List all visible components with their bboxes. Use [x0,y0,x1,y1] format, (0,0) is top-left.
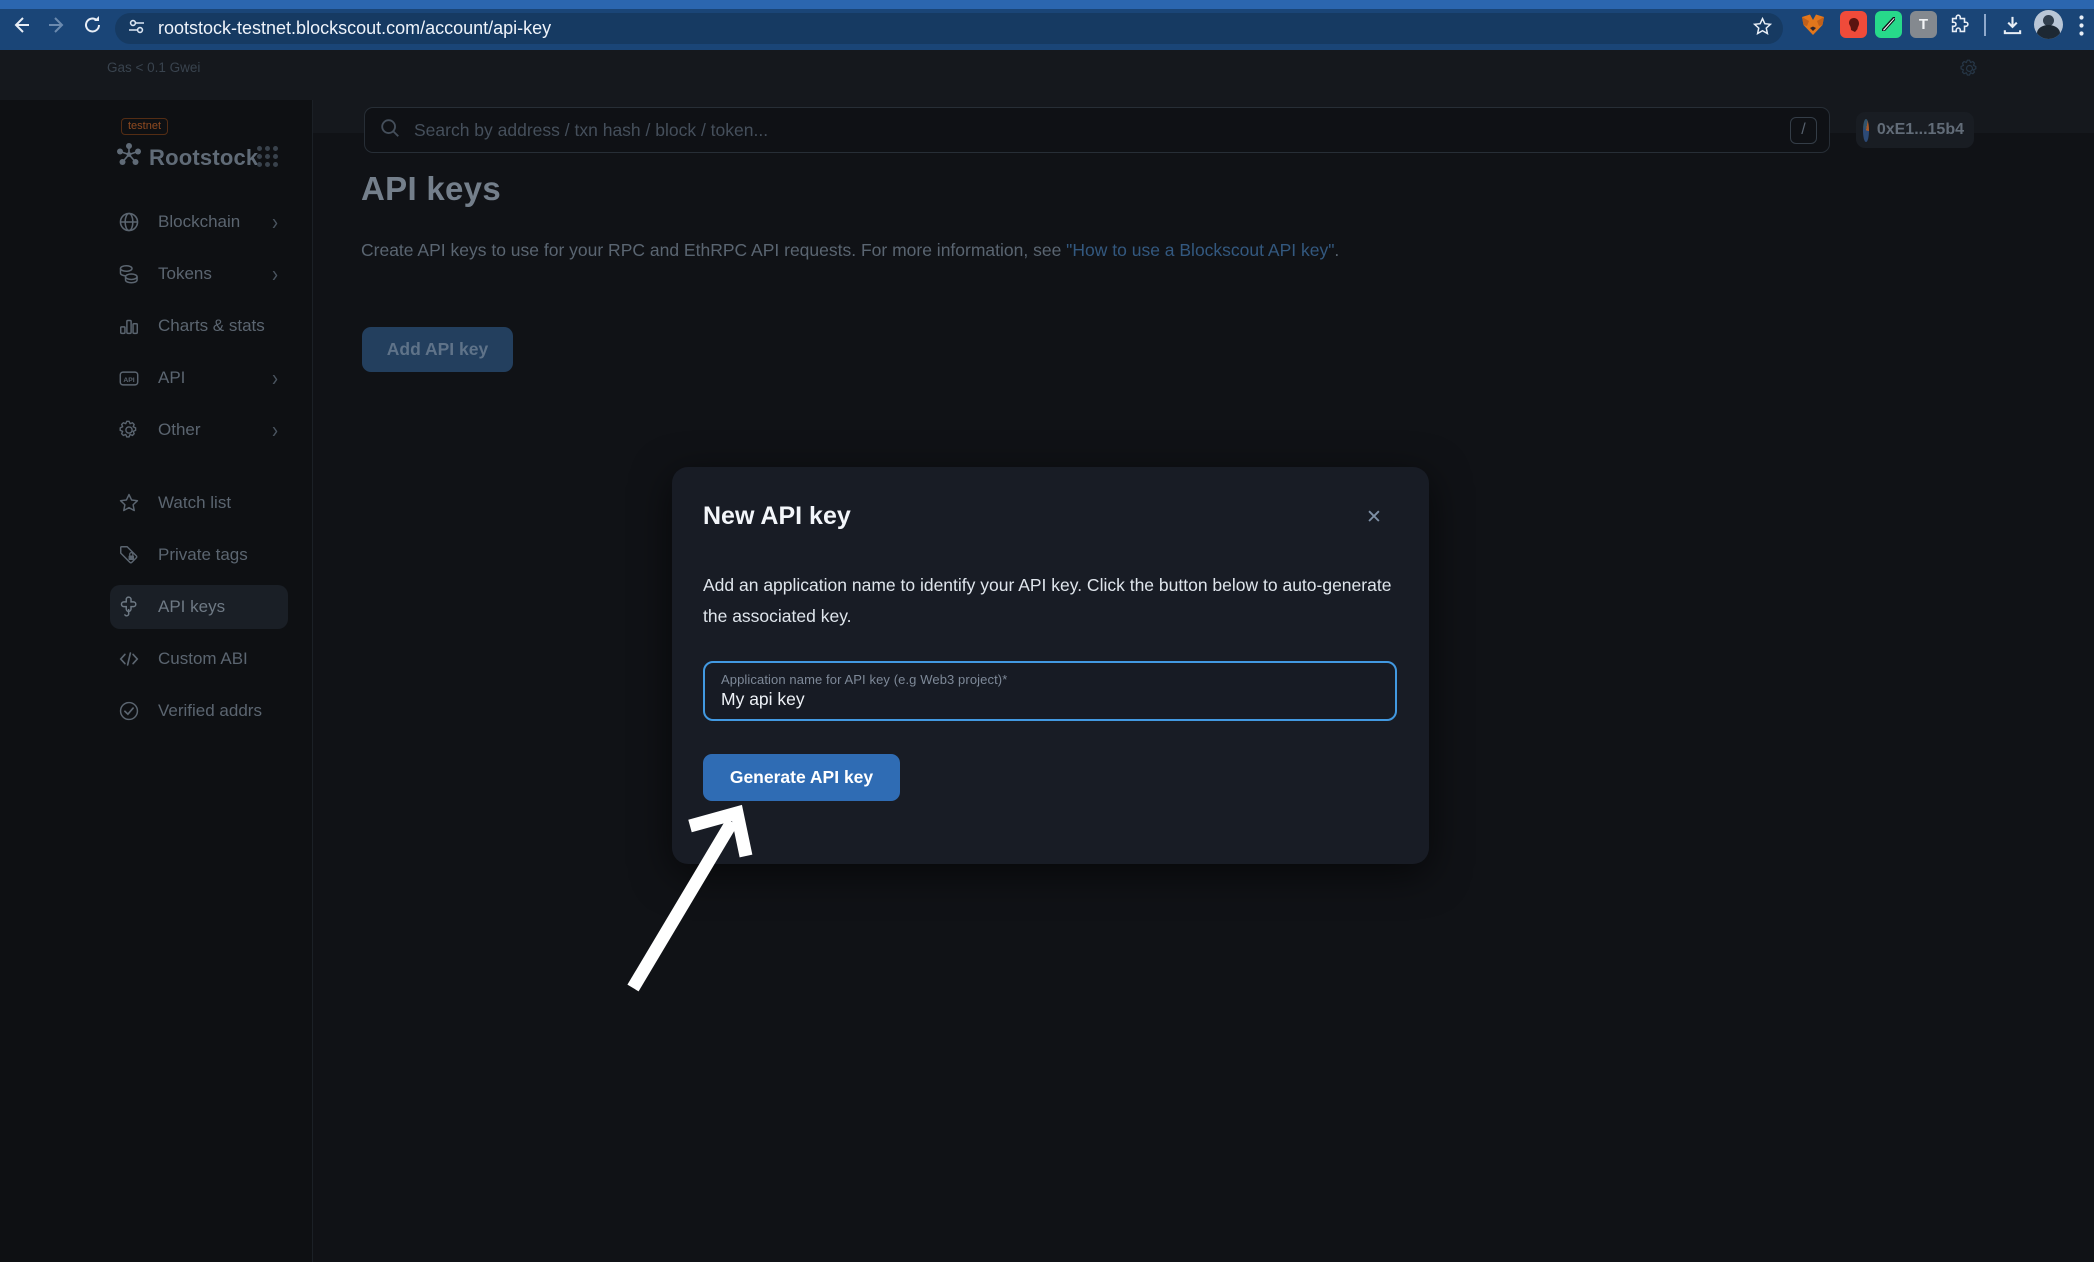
green-extension-icon[interactable] [1875,11,1902,38]
page-title: API keys [361,170,501,208]
account-address: 0xE1...15b4 [1877,121,1964,139]
page-description: Create API keys to use for your RPC and … [361,240,1339,261]
search-bar: / [364,107,1830,153]
back-icon[interactable] [8,12,34,38]
sidebar-item-api[interactable]: API API › [110,356,288,400]
chevron-right-icon: › [272,260,278,287]
docs-link[interactable]: "How to use a Blockscout API key" [1066,240,1334,260]
sidebar-item-custom-abi[interactable]: Custom ABI [110,637,288,681]
search-input[interactable] [414,120,1790,141]
application-name-label: Application name for API key (e.g Web3 p… [721,672,1381,687]
gas-tracker[interactable]: Gas < 0.1 Gwei [107,60,200,75]
bookmark-star-icon[interactable] [1752,16,1773,42]
account-avatar [1863,119,1869,142]
search-shortcut-key: / [1790,117,1817,144]
toolbar-separator [1984,14,1986,36]
url-text[interactable]: rootstock-testnet.blockscout.com/account… [158,18,551,39]
chevron-right-icon: › [272,416,278,443]
sidebar-item-verified-addrs[interactable]: Verified addrs [110,689,288,733]
application-name-field: Application name for API key (e.g Web3 p… [703,661,1397,721]
sidebar-item-tokens[interactable]: Tokens › [110,252,288,296]
red-extension-icon[interactable] [1840,11,1867,38]
generate-api-key-button[interactable]: Generate API key [703,754,900,801]
metamask-extension-icon[interactable] [1799,11,1826,38]
tag-lock-icon [118,544,140,566]
add-api-key-button[interactable]: Add API key [362,327,513,372]
apps-grid-icon[interactable] [257,146,278,167]
sidebar-item-other[interactable]: Other › [110,408,288,452]
api-key-icon [118,596,140,618]
bar-chart-icon [118,315,140,337]
sidebar-item-blockchain[interactable]: Blockchain › [110,200,288,244]
svg-text:API: API [123,376,134,383]
browser-menu-kebab-icon[interactable] [2068,12,2094,38]
gear-icon [118,419,140,441]
browser-profile-avatar[interactable] [2034,10,2063,39]
sidebar-item-watch-list[interactable]: Watch list [110,481,288,525]
rootstock-logo[interactable]: Rootstock [116,142,258,173]
avatar-body [2037,25,2060,39]
api-icon: API [118,367,140,389]
network-badge: testnet [121,118,168,135]
modal-title: New API key [703,502,851,531]
t-extension-icon[interactable]: T [1910,11,1937,38]
browser-toolbar: rootstock-testnet.blockscout.com/account… [0,0,2094,50]
brand-name: Rootstock [149,145,258,171]
chevron-right-icon: › [272,208,278,235]
account-button[interactable]: 0xE1...15b4 [1856,112,1974,148]
rootstock-logo-icon [116,142,142,173]
star-icon [118,492,140,514]
window-frame [0,0,2094,9]
check-circle-icon [118,700,140,722]
coins-icon [118,263,140,285]
site-info-icon[interactable] [127,17,146,41]
settings-gear-icon[interactable] [1959,58,1980,84]
close-icon[interactable]: ✕ [1360,503,1388,531]
application-name-input[interactable] [721,689,1381,710]
chevron-right-icon: › [272,364,278,391]
downloads-icon[interactable] [1999,12,2025,38]
forward-icon[interactable] [44,12,70,38]
reload-icon[interactable] [80,12,106,38]
address-bar[interactable]: rootstock-testnet.blockscout.com/account… [115,13,1783,44]
new-api-key-modal: New API key ✕ Add an application name to… [672,467,1429,864]
modal-description: Add an application name to identify your… [703,570,1393,632]
code-icon [118,648,140,670]
extensions-puzzle-icon[interactable] [1945,11,1972,38]
search-icon [379,117,401,144]
globe-icon [118,211,140,233]
sidebar-item-charts-stats[interactable]: Charts & stats [110,304,288,348]
sidebar-item-api-keys[interactable]: API keys [110,585,288,629]
screen: rootstock-testnet.blockscout.com/account… [0,0,2094,1262]
sidebar-item-private-tags[interactable]: Private tags [110,533,288,577]
